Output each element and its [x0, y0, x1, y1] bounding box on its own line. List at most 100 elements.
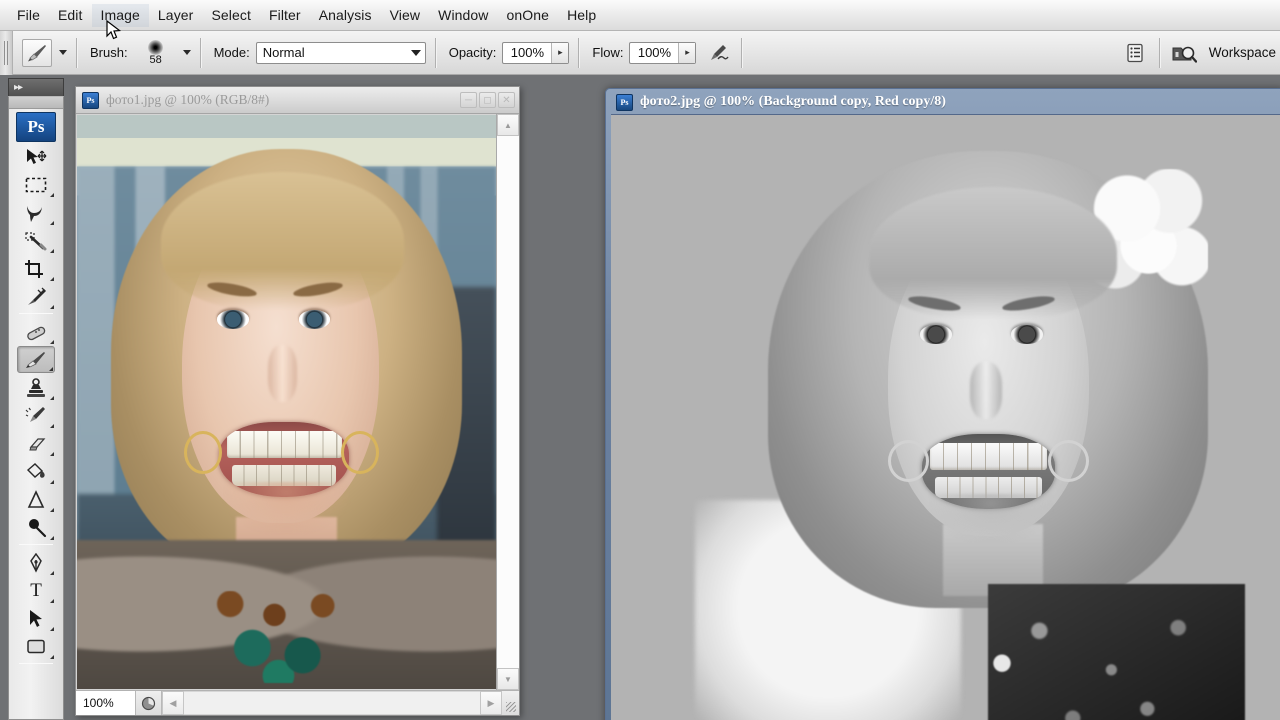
divider	[741, 37, 743, 68]
scroll-right-button[interactable]: ▶	[480, 691, 502, 715]
tool-submenu-indicator	[50, 424, 54, 428]
blend-mode-value: Normal	[262, 45, 305, 60]
bandage-icon	[27, 326, 46, 340]
opacity-slider-arrow-icon[interactable]: ▸	[551, 42, 569, 63]
horizontal-scrollbar[interactable]: ◀ ▶	[162, 691, 502, 715]
menu-item-analysis[interactable]: Analysis	[310, 4, 381, 27]
scroll-up-button[interactable]: ▲	[497, 114, 519, 136]
maximize-button[interactable]: ◻	[479, 92, 496, 108]
window-body: ▲ ▼	[76, 114, 519, 690]
menu-item-edit[interactable]: Edit	[49, 4, 92, 27]
airbrush-toggle-button[interactable]	[704, 40, 732, 66]
pen-nib-icon	[30, 552, 42, 573]
photoshop-logo-button[interactable]: Ps	[16, 112, 56, 142]
tool-move[interactable]	[17, 143, 55, 170]
window-title-bar[interactable]: Ps фото1.jpg @ 100% (RGB/8#) ─ ◻ ✕	[76, 87, 519, 114]
document-info-button[interactable]	[136, 691, 162, 715]
crop-icon	[25, 259, 43, 278]
opacity-label: Opacity:	[448, 45, 497, 60]
zoom-level-input[interactable]: 100%	[76, 691, 136, 715]
canvas-photo1[interactable]	[77, 115, 496, 689]
canvas-photo2[interactable]	[611, 114, 1280, 720]
menu-item-view[interactable]: View	[381, 4, 430, 27]
flow-input[interactable]: 100% ▸	[629, 41, 697, 64]
minimize-button[interactable]: ─	[460, 92, 477, 108]
tool-brush[interactable]	[17, 346, 55, 373]
palettes-icon	[1127, 43, 1143, 62]
eraser-icon	[29, 437, 46, 450]
menu-item-file[interactable]: File	[8, 4, 49, 27]
tool-rectangular-select[interactable]	[17, 171, 55, 198]
tool-history-brush[interactable]	[17, 402, 55, 429]
menu-item-help[interactable]: Help	[558, 4, 605, 27]
image-photo1-color-portrait	[77, 115, 496, 689]
menu-item-window[interactable]: Window	[429, 4, 497, 27]
menu-item-layer[interactable]: Layer	[149, 4, 203, 27]
scroll-left-button[interactable]: ◀	[162, 691, 184, 715]
close-button[interactable]: ✕	[498, 92, 515, 108]
workspace-label[interactable]: Workspace	[1209, 45, 1276, 60]
tool-pen[interactable]	[17, 549, 55, 576]
divider	[199, 37, 201, 68]
ps-document-icon: Ps	[82, 91, 99, 109]
palettes-button[interactable]	[1120, 39, 1150, 67]
tool-dodge[interactable]	[17, 514, 55, 541]
tool-crop[interactable]	[17, 255, 55, 282]
bridge-button[interactable]	[1169, 39, 1199, 67]
tool-gradient[interactable]	[17, 458, 55, 485]
tool-lasso[interactable]	[17, 199, 55, 226]
tool-type[interactable]: T	[17, 577, 55, 604]
brush-size-preview[interactable]: 58	[136, 39, 176, 66]
image-photo2-bw-portrait	[611, 115, 1280, 720]
menu-item-filter[interactable]: Filter	[260, 4, 310, 27]
blend-mode-select[interactable]: Normal	[255, 41, 426, 64]
tool-quick-selection[interactable]	[17, 227, 55, 254]
tool-submenu-indicator	[50, 655, 54, 659]
flow-slider-arrow-icon[interactable]: ▸	[678, 42, 696, 63]
tool-blur[interactable]	[17, 486, 55, 513]
tool-preset-caret[interactable]	[59, 50, 67, 55]
opacity-input[interactable]: 100% ▸	[502, 41, 570, 64]
document-window-photo1[interactable]: Ps фото1.jpg @ 100% (RGB/8#) ─ ◻ ✕ ▲ ▼ 1…	[75, 86, 520, 716]
window-resize-grip[interactable]	[502, 691, 519, 715]
tool-clone-stamp[interactable]	[17, 374, 55, 401]
menu-item-select[interactable]: Select	[202, 4, 260, 27]
vertical-scroll-track[interactable]	[497, 136, 519, 668]
vertical-scrollbar[interactable]: ▲ ▼	[496, 114, 519, 690]
window-title-bar[interactable]: Ps фото2.jpg @ 100% (Background copy, Re…	[611, 89, 1279, 115]
tool-submenu-indicator	[50, 221, 54, 225]
ps-document-icon: Ps	[616, 93, 633, 111]
timing-icon	[141, 696, 156, 710]
mouse-cursor	[106, 19, 122, 42]
horizontal-scroll-track[interactable]	[184, 691, 480, 715]
stamp-icon	[27, 377, 45, 397]
document-window-photo2[interactable]: Ps фото2.jpg @ 100% (Background copy, Re…	[605, 88, 1280, 720]
bridge-icon	[1172, 46, 1197, 63]
tool-healing-brush[interactable]	[17, 318, 55, 345]
chevron-down-icon	[410, 49, 421, 56]
tool-submenu-indicator	[50, 249, 54, 253]
tools-panel-collapse-button[interactable]: ▸▸	[8, 78, 64, 96]
airbrush-icon	[711, 44, 730, 60]
tool-path-selection[interactable]	[17, 605, 55, 632]
maximize-icon: ◻	[483, 94, 492, 106]
tools-panel: Ps T	[8, 96, 64, 720]
tool-shape[interactable]	[17, 633, 55, 660]
options-bar-grip[interactable]	[0, 30, 13, 75]
tool-eraser[interactable]	[17, 430, 55, 457]
tools-panel-drag-handle[interactable]	[9, 97, 63, 109]
tool-eyedropper[interactable]	[17, 283, 55, 310]
lasso-icon	[27, 205, 42, 222]
paint-bucket-icon	[26, 462, 45, 478]
window-controls: ─ ◻ ✕	[460, 92, 515, 108]
current-tool-swatch[interactable]	[22, 38, 52, 67]
tool-submenu-indicator	[50, 627, 54, 631]
brush-icon	[28, 44, 46, 61]
scroll-down-button[interactable]: ▼	[497, 668, 519, 690]
opacity-value: 100%	[510, 45, 545, 60]
brush-picker-caret[interactable]	[182, 50, 191, 55]
minimize-icon: ─	[464, 94, 473, 106]
tool-submenu-indicator	[50, 396, 54, 400]
paintbrush-icon	[26, 351, 45, 368]
menu-item-onone[interactable]: onOne	[498, 4, 559, 27]
